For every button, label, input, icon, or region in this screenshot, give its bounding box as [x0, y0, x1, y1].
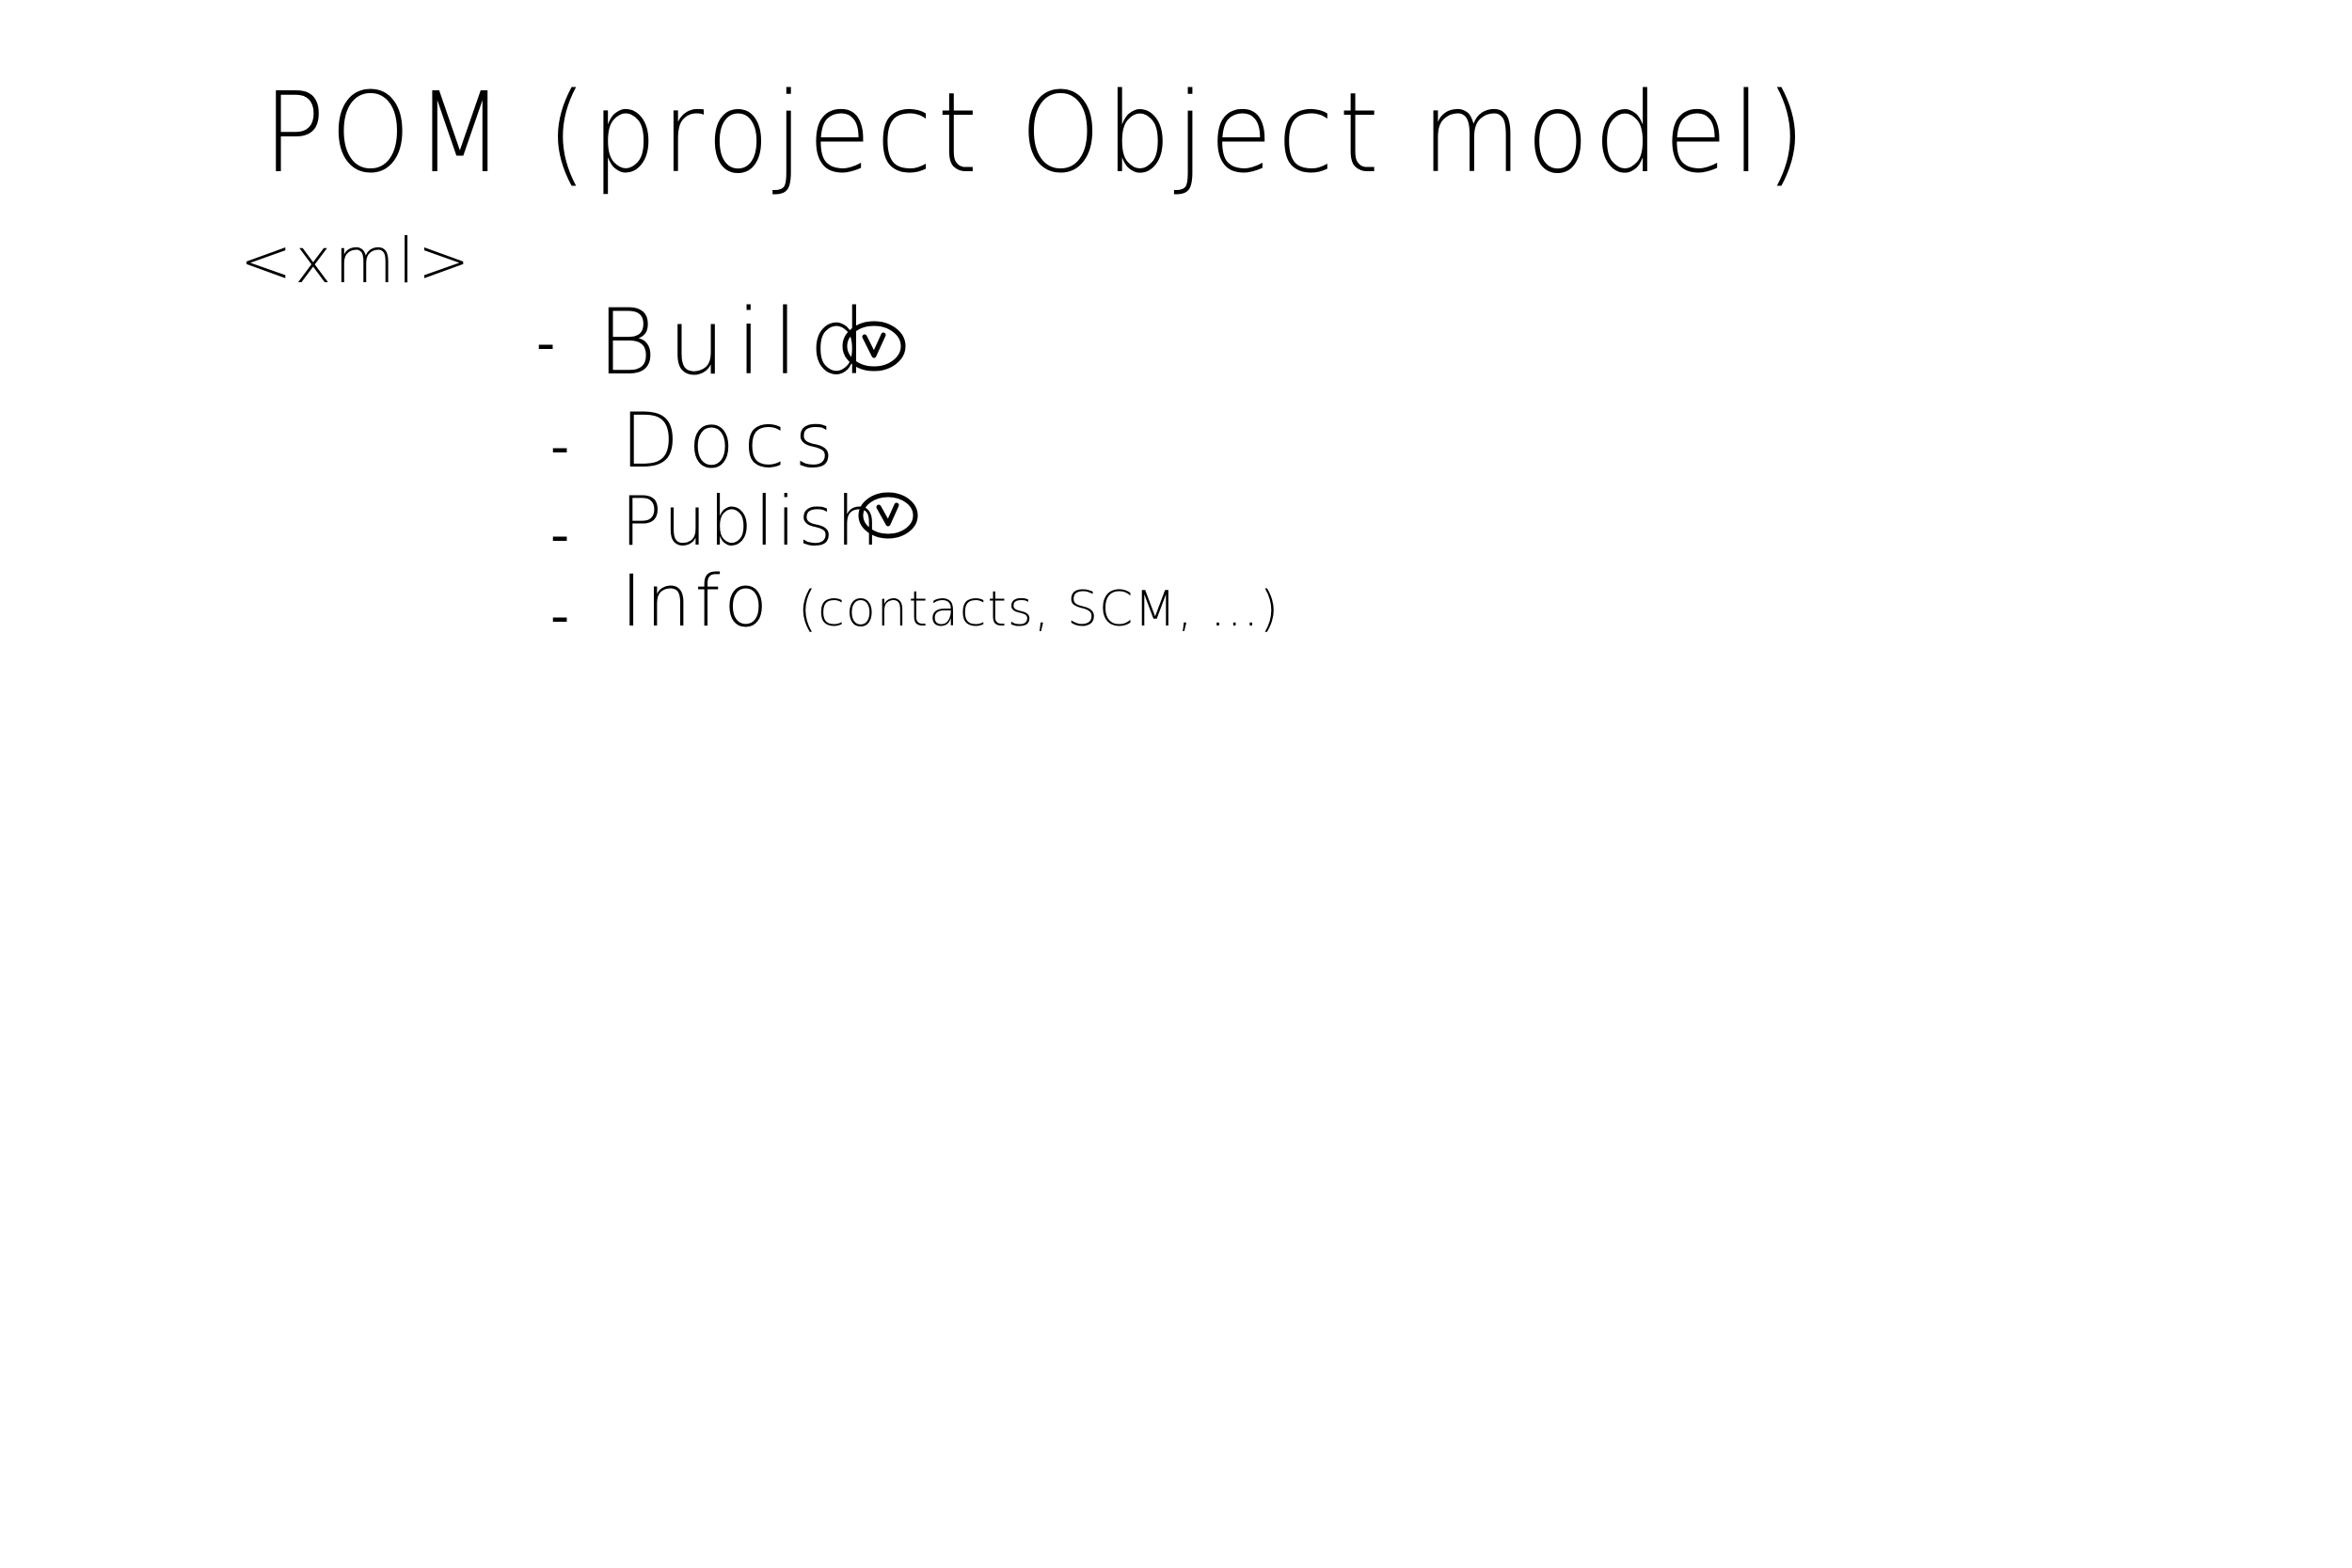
list-item-label: Publish	[621, 482, 882, 561]
circled-check-icon	[858, 489, 920, 546]
page-title: POM (project Object model)	[263, 68, 1811, 198]
bullet-marker: -	[550, 505, 570, 566]
bullet-marker: -	[550, 417, 570, 478]
bullet-marker: -	[536, 313, 556, 374]
info-detail: (contacts, SCM, ...)	[798, 581, 1280, 638]
info-label: Info	[621, 559, 771, 642]
bullet-marker: -	[550, 586, 570, 647]
list-item-label: Info (contacts, SCM, ...)	[621, 559, 1279, 642]
whiteboard-canvas: POM (project Object model) <xml> - Build…	[0, 0, 2352, 1568]
list-item-label: Docs	[621, 397, 844, 484]
xml-tag-label: <xml>	[240, 225, 473, 297]
list-item-label: Build	[597, 290, 878, 395]
circled-check-icon	[842, 318, 908, 379]
